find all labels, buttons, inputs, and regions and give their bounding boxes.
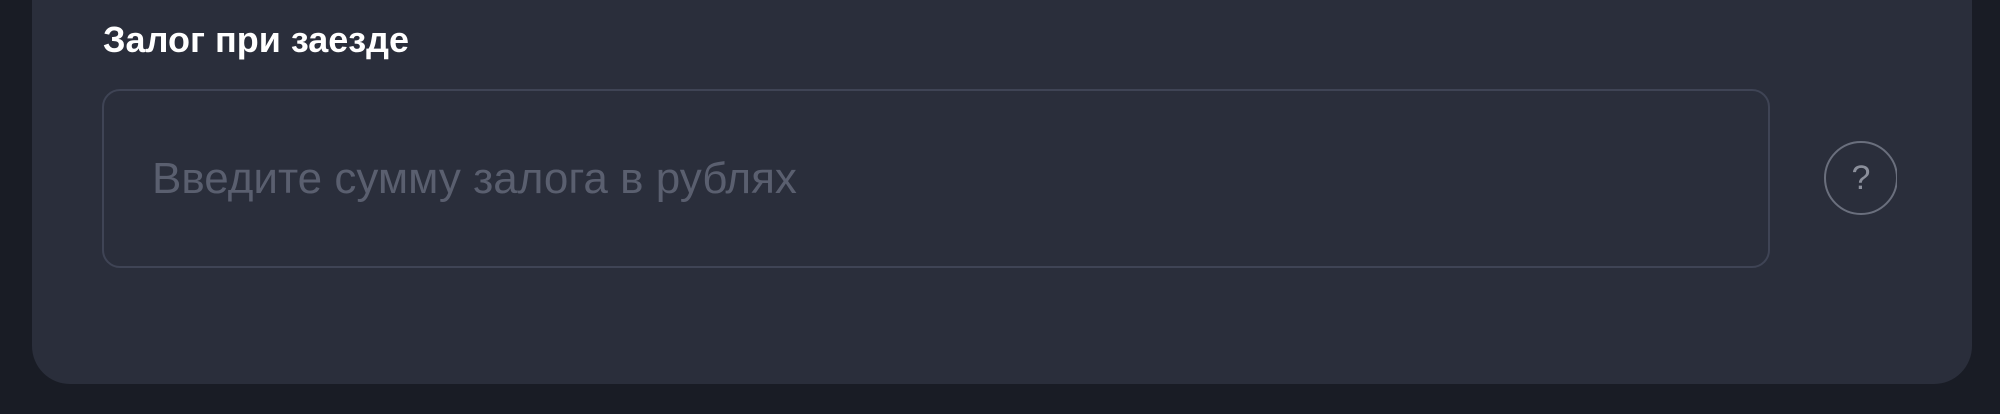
- page: Залог при заезде ?: [0, 0, 2000, 414]
- help-button[interactable]: ?: [1824, 141, 1898, 215]
- help-icon-clip: [1897, 130, 1917, 230]
- deposit-amount-input[interactable]: [104, 91, 1768, 266]
- question-mark-icon: ?: [1851, 159, 1871, 197]
- deposit-input-container[interactable]: [102, 89, 1770, 268]
- deposit-label: Залог при заезде: [103, 19, 410, 60]
